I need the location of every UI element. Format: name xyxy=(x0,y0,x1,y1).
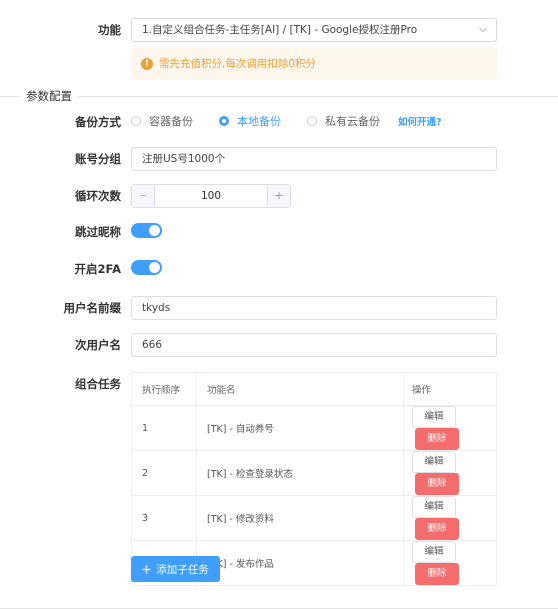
chevron-down-icon xyxy=(479,27,487,33)
account-group-input[interactable]: 注册US号1000个 xyxy=(131,147,497,171)
function-label: 功能 xyxy=(98,23,121,37)
loop-count-row: 循环次数 − 100 + xyxy=(0,184,558,208)
warning-icon: ! xyxy=(141,57,153,70)
account-group-label: 账号分组 xyxy=(75,152,121,166)
column-header-order: 执行顺序 xyxy=(131,372,197,406)
function-select-value: 1.自定义组合任务-主任务[AI] / [TK] - Google授权注册Pro xyxy=(131,18,497,42)
column-header-function: 功能名 xyxy=(196,372,404,406)
function-select[interactable]: 1.自定义组合任务-主任务[AI] / [TK] - Google授权注册Pro xyxy=(131,18,497,42)
edit-button[interactable]: 编辑 xyxy=(412,496,456,518)
notice-text: 需先充值积分,每次调用扣除0积分 xyxy=(159,58,317,70)
loop-count-input[interactable]: 100 xyxy=(155,185,267,207)
radio-label: 私有云备份 xyxy=(325,115,380,128)
row-actions: 编辑删除 xyxy=(403,540,497,586)
section-title: 参数配置 xyxy=(20,88,78,104)
row-order: 3 xyxy=(131,495,197,541)
delete-button[interactable]: 删除 xyxy=(415,428,459,450)
loop-count-label: 循环次数 xyxy=(75,189,121,203)
row-actions: 编辑删除 xyxy=(403,405,497,451)
function-row: 功能 1.自定义组合任务-主任务[AI] / [TK] - Google授权注册… xyxy=(0,18,558,42)
radio-local-backup[interactable]: 本地备份 xyxy=(219,113,281,129)
notice-row: ! 需先充值积分,每次调用扣除0积分 xyxy=(0,47,558,80)
increment-button[interactable]: + xyxy=(267,185,290,207)
row-function-name: [TK] - 检查登录状态 xyxy=(196,450,404,496)
row-function-name: [TK] - 修改资料 xyxy=(196,495,404,541)
account-group-row: 账号分组 注册US号1000个 xyxy=(0,147,558,171)
task-config-form: 功能 1.自定义组合任务-主任务[AI] / [TK] - Google授权注册… xyxy=(0,0,558,610)
loop-count-stepper: − 100 + xyxy=(131,184,291,208)
radio-private-cloud-backup[interactable]: 私有云备份 xyxy=(307,113,380,129)
sub-username-row: 次用户名 666 xyxy=(0,333,558,357)
bottom-divider xyxy=(0,608,558,609)
column-header-actions: 操作 xyxy=(403,372,497,406)
combo-tasks-table: 执行顺序 功能名 操作 1 [TK] - 自动养号 编辑删除 2 [TK] - … xyxy=(131,372,497,586)
balance-notice: ! 需先充值积分,每次调用扣除0积分 xyxy=(131,47,497,80)
delete-button[interactable]: 删除 xyxy=(415,518,459,540)
table-header-row: 执行顺序 功能名 操作 xyxy=(131,372,497,406)
delete-button[interactable]: 删除 xyxy=(415,563,459,585)
radio-checked-icon xyxy=(219,116,229,126)
radio-container-backup[interactable]: 容器备份 xyxy=(131,113,193,129)
backup-row: 备份方式 容器备份 本地备份 私有云备份 如何开通? xyxy=(0,111,558,131)
radio-label: 本地备份 xyxy=(237,115,281,128)
radio-circle-icon xyxy=(307,116,317,126)
backup-label: 备份方式 xyxy=(75,115,121,129)
plus-icon xyxy=(142,565,151,573)
table-row: 3 [TK] - 修改资料 编辑删除 xyxy=(131,495,497,541)
sub-username-input[interactable]: 666 xyxy=(131,333,497,357)
skip-nickname-label: 跳过昵称 xyxy=(75,225,121,239)
skip-nickname-switch[interactable] xyxy=(131,223,162,238)
username-prefix-row: 用户名前缀 tkyds xyxy=(0,296,558,320)
enable-2fa-switch[interactable] xyxy=(131,260,162,275)
username-prefix-input[interactable]: tkyds xyxy=(131,296,497,320)
enable-2fa-label: 开启2FA xyxy=(74,262,121,276)
row-order: 2 xyxy=(131,450,197,496)
backup-radio-group: 容器备份 本地备份 私有云备份 如何开通? xyxy=(131,111,442,131)
combo-tasks-label: 组合任务 xyxy=(75,377,121,391)
username-prefix-label: 用户名前缀 xyxy=(63,301,122,315)
row-order: 1 xyxy=(131,405,197,451)
section-divider xyxy=(0,96,558,97)
radio-label: 容器备份 xyxy=(149,115,193,128)
row-function-name: [TK] - 发布作品 xyxy=(196,540,404,586)
decrement-button[interactable]: − xyxy=(132,185,155,207)
skip-nickname-row: 跳过昵称 xyxy=(0,223,558,239)
sub-username-label: 次用户名 xyxy=(75,338,121,352)
row-actions: 编辑删除 xyxy=(403,450,497,496)
radio-circle-icon xyxy=(131,116,141,126)
edit-button[interactable]: 编辑 xyxy=(412,541,456,563)
edit-button[interactable]: 编辑 xyxy=(412,451,456,473)
enable-2fa-row: 开启2FA xyxy=(0,260,558,276)
row-actions: 编辑删除 xyxy=(403,495,497,541)
table-row: 2 [TK] - 检查登录状态 编辑删除 xyxy=(131,450,497,496)
add-subtask-button[interactable]: 添加子任务 xyxy=(131,556,220,582)
delete-button[interactable]: 删除 xyxy=(415,473,459,495)
how-to-enable-link[interactable]: 如何开通? xyxy=(398,114,442,128)
row-function-name: [TK] - 自动养号 xyxy=(196,405,404,451)
table-row: 1 [TK] - 自动养号 编辑删除 xyxy=(131,405,497,451)
add-subtask-label: 添加子任务 xyxy=(156,563,209,576)
edit-button[interactable]: 编辑 xyxy=(412,406,456,428)
